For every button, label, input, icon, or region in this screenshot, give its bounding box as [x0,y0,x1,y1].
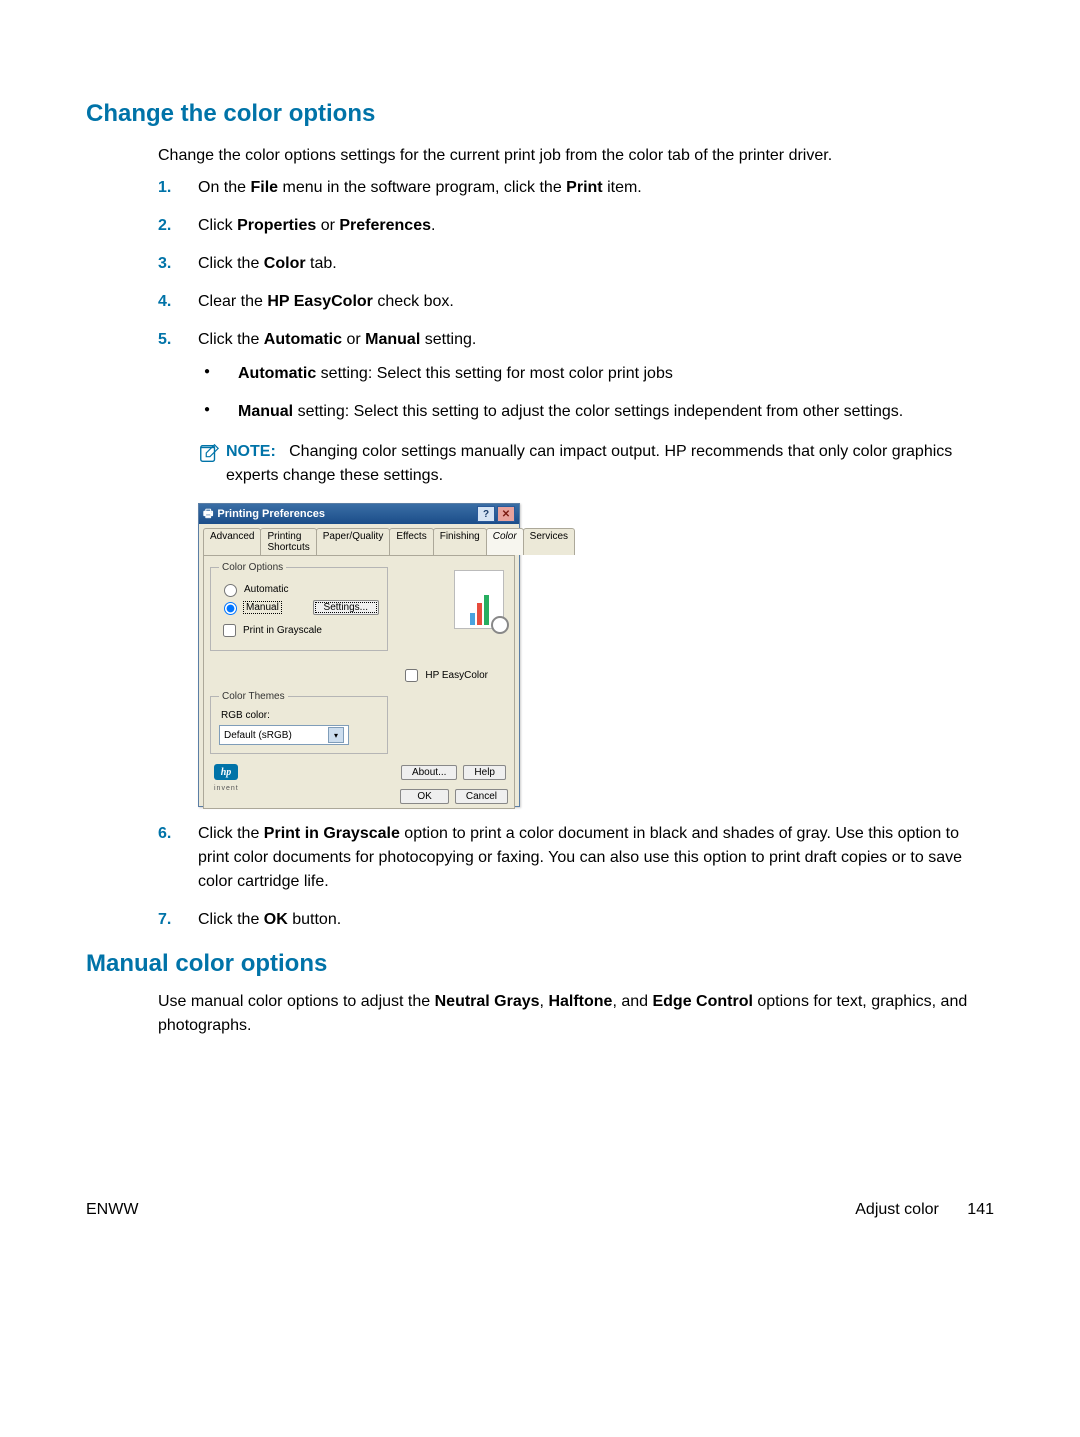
note-box: NOTE: Changing color settings manually c… [198,440,994,488]
tab-effects[interactable]: Effects [389,528,433,555]
checkbox-easycolor-label: HP EasyColor [425,670,488,681]
step-2: 2. Click Properties or Preferences. [158,214,994,238]
step-7: 7. Click the OK button. [158,908,994,932]
intro-paragraph: Change the color options settings for th… [158,144,994,168]
dialog-body: Color Options Automatic Manual Settings.… [203,555,515,809]
manual-intro-paragraph: Use manual color options to adjust the N… [158,990,994,1038]
printing-preferences-dialog: 🖶 Printing Preferences ? ✕ Advanced Prin… [198,503,520,807]
radio-automatic-row[interactable]: Automatic [219,581,379,597]
note-text: NOTE: Changing color settings manually c… [226,440,994,488]
tab-color[interactable]: Color [486,528,524,555]
settings-button[interactable]: Settings... [313,600,379,615]
heading-manual-color-options: Manual color options [86,950,327,978]
step-3: 3. Click the Color tab. [158,252,994,276]
step-number: 4. [158,290,171,314]
footer-right: Adjust color 141 [855,1201,994,1219]
step-number: 3. [158,252,171,276]
sub-automatic: Automatic setting: Select this setting f… [198,362,994,386]
step-5-sublist: Automatic setting: Select this setting f… [198,362,994,424]
ok-button[interactable]: OK [400,789,448,804]
step-text: Click the Automatic or Manual setting. [198,331,476,348]
dialog-tabs: Advanced Printing Shortcuts Paper/Qualit… [199,524,519,555]
radio-automatic[interactable] [224,584,237,597]
help-button-icon[interactable]: ? [477,506,495,522]
close-icon[interactable]: ✕ [497,506,515,522]
chevron-down-icon[interactable]: ▾ [328,727,344,743]
radio-manual-row[interactable]: Manual Settings... [219,599,379,615]
dialog-titlebar: 🖶 Printing Preferences ? ✕ [199,504,519,524]
cancel-button[interactable]: Cancel [455,789,508,804]
step-4: 4. Clear the HP EasyColor check box. [158,290,994,314]
step-5: 5. Click the Automatic or Manual setting… [158,328,994,488]
rgb-color-label: RGB color: [221,710,379,721]
hp-invent-label: invent [214,785,239,792]
about-button[interactable]: About... [401,765,457,780]
rgb-color-combo[interactable]: Default (sRGB) ▾ [219,725,349,745]
step-text: Click Properties or Preferences. [198,217,435,234]
help-button[interactable]: Help [463,765,506,780]
rgb-color-combo-value: Default (sRGB) [224,730,292,741]
dialog-title: Printing Preferences [217,508,325,520]
radio-manual[interactable] [224,602,237,615]
tab-advanced[interactable]: Advanced [203,528,261,555]
footer-left: ENWW [86,1201,138,1219]
tab-paper-quality[interactable]: Paper/Quality [316,528,391,555]
step-number: 7. [158,908,171,932]
step-text: Click the Color tab. [198,255,337,272]
step-number: 2. [158,214,171,238]
tab-services[interactable]: Services [523,528,575,555]
heading-change-color-options: Change the color options [86,100,375,128]
checkbox-grayscale-label: Print in Grayscale [243,625,322,636]
step-6: 6. Click the Print in Grayscale option t… [158,822,994,894]
footer-section-label: Adjust color [855,1201,939,1218]
tab-finishing[interactable]: Finishing [433,528,487,555]
hp-logo-icon: hp [214,764,238,780]
document-preview-icon [454,570,504,629]
step-text: On the File menu in the software program… [198,179,642,196]
step-1: 1. On the File menu in the software prog… [158,176,994,200]
step-text: Clear the HP EasyColor check box. [198,293,454,310]
step-text: Click the Print in Grayscale option to p… [198,825,962,890]
footer-page-number: 141 [967,1201,994,1218]
group-color-options: Color Options Automatic Manual Settings.… [210,562,388,651]
checkbox-easycolor-row[interactable]: HP EasyColor [401,666,488,685]
checkbox-easycolor[interactable] [405,669,418,682]
step-number: 1. [158,176,171,200]
radio-manual-label: Manual [244,602,281,613]
step-text: Click the OK button. [198,911,341,928]
printer-icon: 🖶 [203,505,213,524]
group-color-options-legend: Color Options [219,562,286,573]
sub-manual: Manual setting: Select this setting to a… [198,400,994,424]
steps-list-bottom: 6. Click the Print in Grayscale option t… [158,822,994,946]
note-icon [198,442,220,488]
tab-printing-shortcuts[interactable]: Printing Shortcuts [260,528,316,555]
checkbox-grayscale-row[interactable]: Print in Grayscale [219,621,379,640]
step-number: 6. [158,822,171,846]
document-page: Change the color options Change the colo… [0,0,1080,1437]
group-color-themes: Color Themes RGB color: Default (sRGB) ▾ [210,691,388,754]
checkbox-grayscale[interactable] [223,624,236,637]
group-color-themes-legend: Color Themes [219,691,288,702]
steps-list-top: 1. On the File menu in the software prog… [158,176,994,502]
magnifier-icon [491,616,509,634]
radio-automatic-label: Automatic [244,584,288,595]
step-number: 5. [158,328,171,352]
